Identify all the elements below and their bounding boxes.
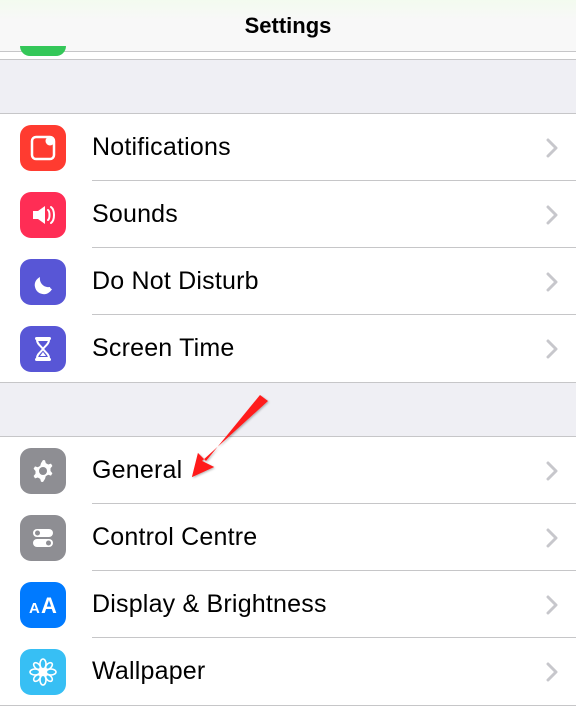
svg-text:A: A — [29, 600, 40, 617]
partial-row-above — [0, 52, 576, 60]
row-label: Display & Brightness — [92, 590, 546, 619]
svg-text:A: A — [41, 593, 57, 618]
row-label: General — [92, 456, 546, 485]
row-do-not-disturb[interactable]: Do Not Disturb — [0, 248, 576, 315]
section-gap-2 — [0, 383, 576, 437]
row-display-brightness[interactable]: AA Display & Brightness — [0, 571, 576, 638]
row-label: Notifications — [92, 133, 546, 162]
settings-group-2: General Control Centre AA Display & Brig… — [0, 437, 576, 706]
notifications-icon — [20, 125, 66, 171]
gear-icon — [20, 448, 66, 494]
chevron-right-icon — [546, 205, 558, 225]
chevron-right-icon — [546, 339, 558, 359]
row-general[interactable]: General — [0, 437, 576, 504]
row-sounds[interactable]: Sounds — [0, 181, 576, 248]
chevron-right-icon — [546, 528, 558, 548]
hourglass-icon — [20, 326, 66, 372]
row-wallpaper[interactable]: Wallpaper — [0, 638, 576, 705]
row-label: Sounds — [92, 200, 546, 229]
chevron-right-icon — [546, 272, 558, 292]
section-gap-1 — [0, 60, 576, 114]
row-notifications[interactable]: Notifications — [0, 114, 576, 181]
chevron-right-icon — [546, 595, 558, 615]
chevron-right-icon — [546, 662, 558, 682]
row-label: Screen Time — [92, 334, 546, 363]
chevron-right-icon — [546, 461, 558, 481]
row-control-centre[interactable]: Control Centre — [0, 504, 576, 571]
toggle-fragment — [20, 46, 66, 56]
moon-icon — [20, 259, 66, 305]
toggles-icon — [20, 515, 66, 561]
chevron-right-icon — [546, 138, 558, 158]
page-title: Settings — [245, 13, 332, 39]
sounds-icon — [20, 192, 66, 238]
row-label: Do Not Disturb — [92, 267, 546, 296]
flower-icon — [20, 649, 66, 695]
row-screen-time[interactable]: Screen Time — [0, 315, 576, 382]
row-label: Control Centre — [92, 523, 546, 552]
header: Settings — [0, 0, 576, 52]
settings-group-1: Notifications Sounds Do Not Disturb Scre… — [0, 114, 576, 383]
row-label: Wallpaper — [92, 657, 546, 686]
text-size-icon: AA — [20, 582, 66, 628]
